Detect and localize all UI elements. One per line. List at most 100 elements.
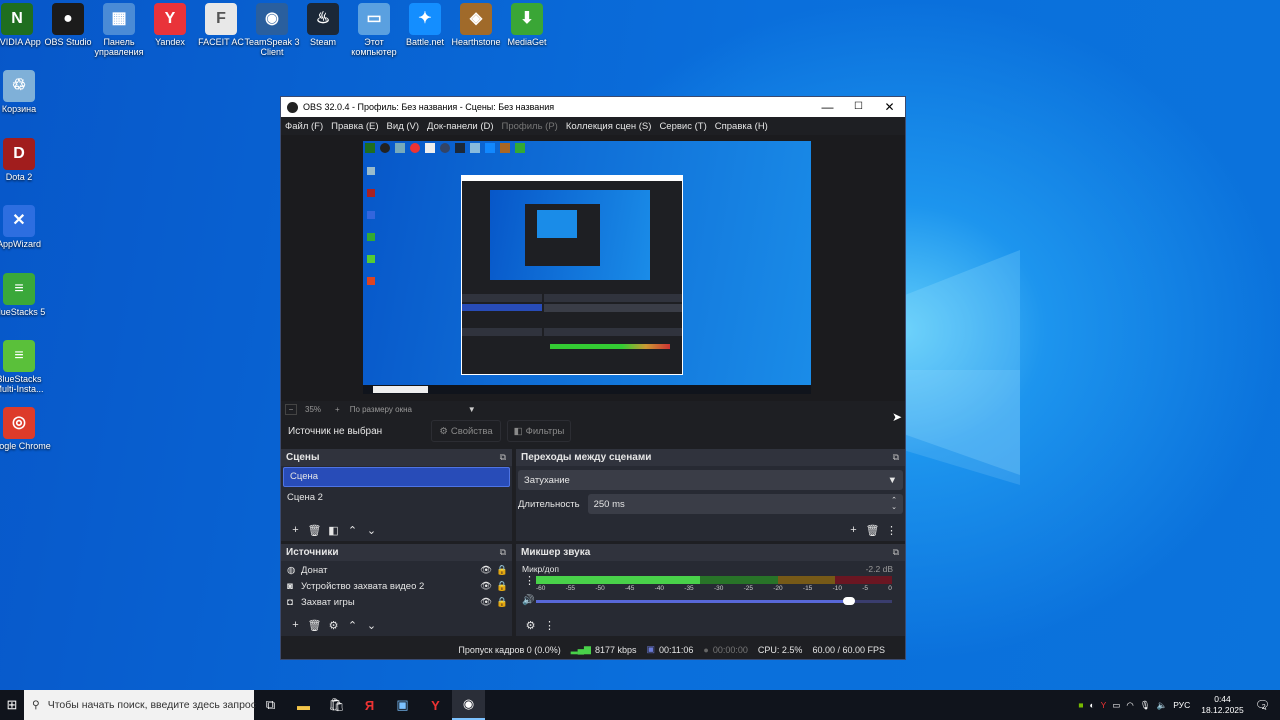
menu-file[interactable]: Файл (F) bbox=[285, 121, 323, 132]
preview-area[interactable] bbox=[281, 135, 905, 401]
sources-header: Источники ⧉ bbox=[281, 544, 512, 561]
desktop-icon[interactable]: ✕ AppWizard bbox=[0, 205, 51, 249]
transition-select[interactable]: Затухание ▼ bbox=[518, 470, 903, 490]
undock-icon[interactable]: ⧉ bbox=[500, 452, 506, 463]
advanced-audio-icon[interactable]: ⚙ bbox=[521, 619, 540, 632]
clock[interactable]: 0:44 18.12.2025 bbox=[1201, 694, 1244, 716]
volume-slider[interactable] bbox=[536, 597, 892, 605]
desktop-icon[interactable]: ⬇ MediaGet bbox=[495, 3, 559, 47]
arrow-up-icon[interactable]: ⌃ bbox=[343, 619, 362, 632]
arrow-down-icon[interactable]: ⌄ bbox=[362, 619, 381, 632]
obs-taskbar-icon[interactable]: ◉ bbox=[452, 690, 485, 720]
filter-icon[interactable]: ◧ bbox=[324, 524, 343, 537]
network-tray-icon[interactable]: ▭ bbox=[1112, 700, 1120, 711]
store-icon[interactable]: 🛍 bbox=[320, 690, 353, 720]
trash-icon[interactable]: 🗑 bbox=[305, 619, 324, 632]
menu-view[interactable]: Вид (V) bbox=[387, 121, 420, 132]
add-icon[interactable]: + bbox=[844, 524, 863, 536]
preview-nested-panel bbox=[544, 328, 682, 336]
preview-capture bbox=[363, 141, 811, 394]
transitions-toolbar: + 🗑 ⋮ bbox=[516, 519, 905, 541]
more-icon[interactable]: ⋮ bbox=[540, 619, 559, 632]
language-indicator[interactable]: РУС bbox=[1173, 700, 1190, 710]
speaker-icon[interactable]: 🔊 bbox=[522, 595, 534, 606]
desktop-icon-label: BlueStacks 5 bbox=[0, 307, 46, 317]
notifications-icon[interactable]: 🗨 2 bbox=[1255, 698, 1270, 712]
lock-icon[interactable]: 🔒 bbox=[496, 579, 512, 595]
maximize-button[interactable]: ☐ bbox=[843, 97, 874, 117]
task-view-icon[interactable]: ⧉ bbox=[254, 690, 287, 720]
menu-scene-collection[interactable]: Коллекция сцен (S) bbox=[566, 121, 652, 132]
yandex-music-icon[interactable]: Я bbox=[353, 690, 386, 720]
scene-item[interactable]: Сцена 2 bbox=[281, 488, 512, 508]
source-item[interactable]: ◍ Донат 👁 🔒 bbox=[281, 563, 512, 579]
add-icon[interactable]: + bbox=[286, 524, 305, 536]
zoom-mode-dropdown[interactable]: По размеру окна ▼ bbox=[350, 405, 476, 414]
volume-slider-handle[interactable] bbox=[843, 597, 856, 605]
menu-tools[interactable]: Сервис (T) bbox=[659, 121, 706, 132]
windows-start-icon[interactable]: ⊞ bbox=[0, 690, 24, 720]
desktop-icon[interactable]: ♲ Корзина bbox=[0, 70, 51, 114]
channel-menu-icon[interactable]: ⋮ bbox=[524, 574, 535, 587]
scene-item[interactable]: Сцена bbox=[283, 467, 510, 487]
preview-nested-obs-2 bbox=[525, 204, 600, 266]
preview-icon bbox=[410, 143, 420, 153]
camera-icon: ◙ bbox=[287, 581, 293, 592]
wifi-icon[interactable]: ◠ bbox=[1126, 700, 1133, 711]
preview-nested-meter bbox=[550, 344, 670, 349]
undock-icon[interactable]: ⧉ bbox=[893, 547, 899, 558]
add-icon[interactable]: + bbox=[286, 619, 305, 631]
sources-title: Источники bbox=[286, 547, 339, 558]
file-explorer-icon[interactable]: ▬ bbox=[287, 690, 320, 720]
source-item[interactable]: ◙ Устройство захвата видео 2 👁 🔒 bbox=[281, 579, 512, 595]
eye-icon[interactable]: 👁 bbox=[480, 579, 496, 595]
close-button[interactable]: ✕ bbox=[874, 97, 905, 117]
lock-icon[interactable]: 🔒 bbox=[496, 595, 512, 611]
undock-icon[interactable]: ⧉ bbox=[893, 452, 899, 463]
taskbar: ⊞ ⚲ Чтобы начать поиск, введите здесь за… bbox=[0, 690, 1280, 720]
source-item[interactable]: ◘ Захват игры 👁 🔒 bbox=[281, 595, 512, 611]
preview-nested-titlebar bbox=[462, 176, 682, 181]
trash-icon[interactable]: 🗑 bbox=[863, 524, 882, 537]
microphone-icon[interactable]: 🎙 bbox=[1140, 700, 1151, 711]
menu-profile[interactable]: Профиль (P) bbox=[502, 121, 558, 132]
undock-icon[interactable]: ⧉ bbox=[500, 547, 506, 558]
gear-icon: ⚙ bbox=[439, 425, 448, 437]
minimize-button[interactable]: — bbox=[812, 97, 843, 117]
duration-spinbox[interactable]: 250 ms ⌃ ⌄ bbox=[587, 494, 903, 514]
desktop-icon-label: BlueStacks Multi-Insta... bbox=[0, 374, 44, 394]
desktop-icon[interactable]: ◎ Google Chrome bbox=[0, 407, 51, 451]
transition-selected: Затухание bbox=[524, 474, 570, 486]
search-icon: ⚲ bbox=[32, 699, 40, 711]
properties-button[interactable]: ⚙ Свойства bbox=[431, 420, 501, 442]
lock-icon[interactable]: 🔒 bbox=[496, 563, 512, 579]
zoom-out-button[interactable]: − bbox=[285, 403, 297, 415]
nvidia-tray-icon[interactable]: ■ bbox=[1078, 700, 1083, 710]
remote-desktop-icon[interactable]: ▣ bbox=[386, 690, 419, 720]
menu-docks[interactable]: Док-панели (D) bbox=[427, 121, 493, 132]
zoom-mode-label: По размеру окна bbox=[349, 404, 412, 414]
app-icon: ◈ bbox=[460, 3, 492, 35]
taskbar-search[interactable]: ⚲ Чтобы начать поиск, введите здесь запр… bbox=[24, 690, 256, 720]
yandex-browser-icon[interactable]: Y bbox=[419, 690, 452, 720]
desktop-icon[interactable]: ≡ BlueStacks 5 bbox=[0, 273, 51, 317]
zoom-in-button[interactable]: + bbox=[335, 405, 340, 414]
desktop-icon[interactable]: ≡BlueStacks Multi-Insta... bbox=[0, 340, 51, 394]
eye-icon[interactable]: 👁 bbox=[480, 595, 496, 611]
meter-tick-label: -5 bbox=[862, 585, 868, 592]
arrow-up-icon[interactable]: ⌃ bbox=[343, 524, 362, 537]
menu-help[interactable]: Справка (H) bbox=[715, 121, 768, 132]
gear-icon[interactable]: ⚙ bbox=[324, 619, 343, 632]
preview-desktop-icons bbox=[365, 143, 555, 157]
volume-icon[interactable]: 🔈 bbox=[1157, 700, 1168, 711]
filters-button[interactable]: ◧ Фильтры bbox=[507, 420, 571, 442]
eye-icon[interactable]: 👁 bbox=[480, 563, 496, 579]
more-icon[interactable]: ⋮ bbox=[882, 524, 901, 537]
spin-arrows-icon[interactable]: ⌃ ⌄ bbox=[891, 497, 897, 511]
trash-icon[interactable]: 🗑 bbox=[305, 524, 324, 537]
yandex-tray-icon[interactable]: Y bbox=[1101, 700, 1107, 710]
arrow-down-icon[interactable]: ⌄ bbox=[362, 524, 381, 537]
menu-edit[interactable]: Правка (E) bbox=[331, 121, 378, 132]
steam-tray-icon[interactable]: ◐ bbox=[1090, 700, 1095, 710]
desktop-icon[interactable]: D Dota 2 bbox=[0, 138, 51, 182]
